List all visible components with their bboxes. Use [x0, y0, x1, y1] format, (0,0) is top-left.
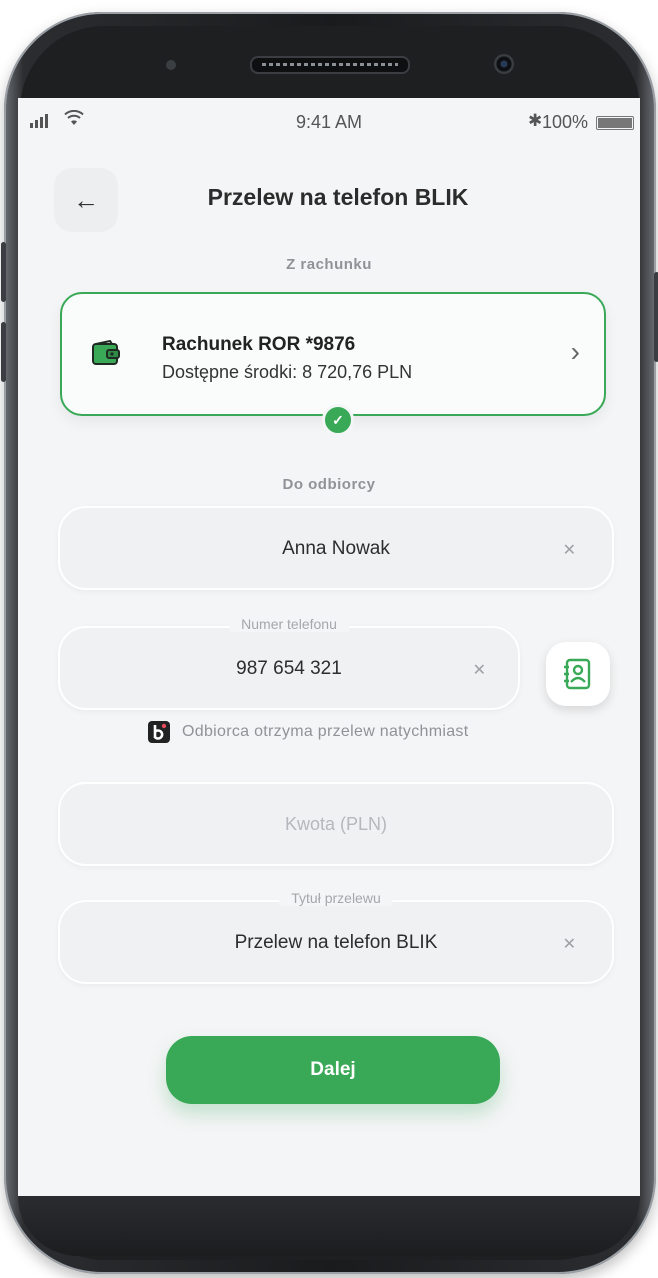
blik-info-text: Odbiorca otrzyma przelew natychmiast: [182, 723, 469, 740]
battery-percent: 100%: [542, 112, 589, 132]
wallet-icon: [92, 340, 120, 365]
status-bar: 9:41 AM ✱ 100%: [18, 98, 640, 142]
clear-icon[interactable]: ✕: [563, 934, 576, 954]
account-balance: Dostępne środki: 8 720,76 PLN: [162, 362, 413, 382]
amount-field[interactable]: Kwota (PLN): [58, 782, 614, 866]
recipient-name-field[interactable]: Anna Nowak ✕: [58, 506, 614, 590]
clear-icon[interactable]: ✕: [473, 660, 486, 680]
account-name: Rachunek ROR *9876: [162, 334, 356, 355]
volume-up-button: [1, 242, 6, 302]
volume-down-button: [1, 322, 6, 382]
amount-placeholder: Kwota (PLN): [284, 814, 388, 834]
app-screen: 9:41 AM ✱ 100% ← Przelew na telefon BLIK…: [18, 98, 640, 1196]
phone-bottom-bezel: [18, 1196, 640, 1256]
phone-number-field[interactable]: Numer telefonu 987 654 321 ✕: [58, 616, 520, 710]
transfer-title-value: Przelew na telefon BLIK: [234, 932, 438, 953]
next-button[interactable]: Dalej: [166, 1036, 500, 1104]
phone-number-value: 987 654 321: [236, 658, 342, 679]
contacts-button[interactable]: [546, 642, 610, 706]
page-title: Przelew na telefon BLIK: [207, 184, 469, 210]
front-camera: [494, 54, 514, 74]
clear-icon[interactable]: ✕: [563, 540, 576, 560]
transfer-title-field[interactable]: Tytuł przelewu Przelew na telefon BLIK ✕: [58, 890, 614, 984]
recipient-name-value: Anna Nowak: [282, 538, 390, 559]
blik-info: Odbiorca otrzyma przelew natychmiast: [148, 720, 468, 744]
phone-number-label: Numer telefonu: [229, 616, 349, 632]
power-button: [654, 272, 658, 362]
account-selector[interactable]: Rachunek ROR *9876 Dostępne środki: 8 72…: [60, 292, 606, 436]
to-recipient-label: Do odbiorcy: [282, 476, 376, 493]
transfer-title-label: Tytuł przelewu: [279, 890, 393, 906]
sensor-dot: [166, 60, 176, 70]
contact-book-icon: [564, 658, 591, 690]
bluetooth-icon: ✱: [528, 111, 543, 130]
from-account-label: Z rachunku: [286, 256, 372, 273]
earpiece-speaker: [250, 56, 410, 74]
chevron-right-icon: ›: [570, 336, 580, 367]
battery-icon: [596, 116, 634, 130]
blik-logo-icon: [148, 721, 170, 743]
check-icon: ✓: [322, 404, 354, 436]
